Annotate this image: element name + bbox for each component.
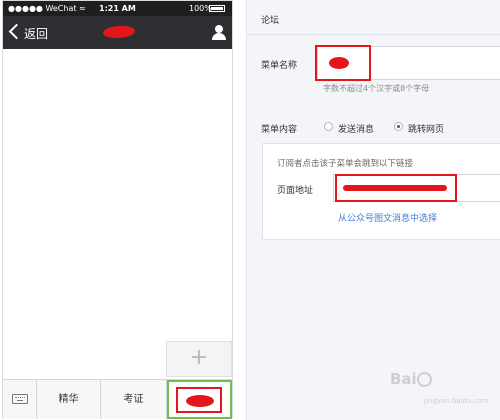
menu-name-redaction: [315, 45, 371, 81]
menu-name-label: 菜单名称: [261, 61, 298, 71]
page-url-redaction: [335, 174, 457, 202]
link-settings-panel: 订阅者点击该子菜单会跳到以下链接 页面地址 从公众号图文消息中选择: [262, 143, 500, 240]
back-button[interactable]: 返回: [24, 25, 48, 42]
user-profile-icon[interactable]: [212, 25, 226, 40]
redaction-box: [176, 387, 222, 413]
watermark-url: jingyan.baidu.com: [424, 397, 489, 405]
paw-logo-icon: [417, 372, 432, 387]
keyboard-toggle-button[interactable]: [3, 380, 37, 419]
baidu-watermark: Bai jingyan.baidu.com: [390, 370, 490, 410]
menu-item-active-redacted[interactable]: [167, 380, 232, 419]
redacted-account-name: [102, 24, 136, 40]
phone-preview: ●●●●● WeChat ≈ 1:21 AM 100% 返回 + 精华 考证: [2, 0, 233, 419]
add-menu-button[interactable]: +: [166, 341, 232, 377]
screenshot-root: ●●●●● WeChat ≈ 1:21 AM 100% 返回 + 精华 考证 论…: [0, 0, 500, 420]
open-webpage-radio[interactable]: [394, 122, 403, 131]
custom-menu-bar: 精华 考证: [3, 379, 232, 419]
battery-icon: [209, 5, 225, 12]
chevron-left-icon[interactable]: [8, 23, 25, 40]
divider: [247, 34, 500, 35]
editor-title: 论坛: [261, 16, 280, 26]
menu-editor-panel: 论坛 菜单名称 字数不超过4个汉字或8个字母 菜单内容 发送消息 跳转网页 订阅…: [246, 0, 500, 420]
page-url-label: 页面地址: [277, 186, 314, 196]
chat-nav-bar: 返回: [3, 16, 232, 49]
send-message-radio[interactable]: [324, 122, 333, 131]
menu-content-label: 菜单内容: [261, 125, 298, 135]
status-time: 1:21 AM: [99, 4, 136, 13]
chat-area: [3, 49, 232, 379]
menu-item-jinghua[interactable]: 精华: [37, 380, 101, 419]
choose-from-articles-link[interactable]: 从公众号图文消息中选择: [338, 211, 437, 224]
menu-item-kaozheng[interactable]: 考证: [101, 380, 167, 419]
user-icon-head: [215, 25, 223, 33]
open-webpage-label[interactable]: 跳转网页: [408, 122, 444, 135]
link-description: 订阅者点击该子菜单会跳到以下链接: [277, 159, 414, 169]
carrier-label: ●●●●● WeChat ≈: [8, 4, 86, 13]
keyboard-icon: [12, 394, 28, 404]
watermark-text: Bai: [390, 370, 417, 388]
send-message-label[interactable]: 发送消息: [338, 122, 374, 135]
user-icon-body: [212, 33, 226, 40]
status-bar: ●●●●● WeChat ≈ 1:21 AM 100%: [3, 1, 232, 16]
menu-name-hint: 字数不超过4个汉字或8个字母: [323, 84, 430, 93]
